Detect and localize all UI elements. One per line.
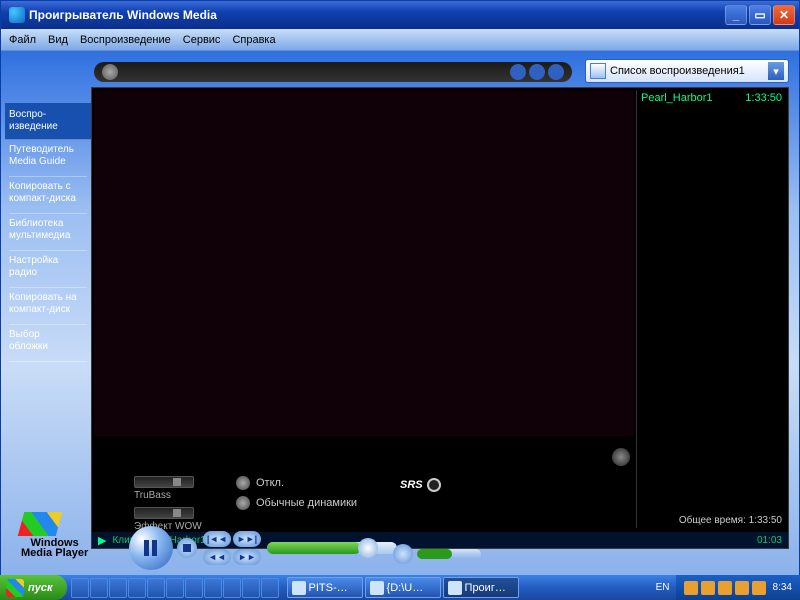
volume-slider[interactable]: [417, 549, 481, 559]
ql-icon[interactable]: [166, 578, 184, 598]
seek-slider[interactable]: [267, 542, 397, 554]
srs-logo: SRS: [400, 478, 441, 492]
playlist-dropdown[interactable]: Список воспроизведения1 ▾: [585, 59, 789, 83]
player-panel: Pearl_Harbor1 1:33:50 Общее время: 1:33:…: [91, 87, 789, 549]
playlist-panel: Pearl_Harbor1 1:33:50 Общее время: 1:33:…: [636, 90, 786, 528]
left-nav: Воспро-изведение ПутеводительMedia Guide…: [9, 103, 87, 362]
clock[interactable]: 8:34: [773, 582, 792, 593]
ql-icon[interactable]: [71, 578, 89, 598]
chevron-down-icon[interactable]: ▾: [768, 62, 784, 80]
playlist-item-duration: 1:33:50: [745, 92, 782, 104]
ql-icon[interactable]: [128, 578, 146, 598]
menu-file[interactable]: Файл: [9, 34, 36, 46]
taskbar: пуск PITS-… {D:\U… Проиг… EN 8:34: [0, 575, 800, 600]
app-icon: [9, 7, 25, 23]
start-button[interactable]: пуск: [0, 575, 67, 600]
menubar: Файл Вид Воспроизведение Сервис Справка: [1, 29, 799, 51]
nav-library[interactable]: Библиотекамультимедиа: [9, 214, 87, 251]
quicklaunch: [71, 578, 279, 598]
mute-button[interactable]: [393, 544, 413, 564]
task-button[interactable]: PITS-…: [287, 577, 363, 598]
fullscreen-button[interactable]: [612, 448, 630, 466]
titlebar[interactable]: Проигрыватель Windows Media _ ▭ ✕: [1, 1, 799, 29]
view-icon-3[interactable]: [548, 64, 564, 80]
top-pill: [94, 62, 572, 82]
stop-button[interactable]: [177, 538, 197, 558]
video-area[interactable]: [94, 90, 634, 436]
transport-controls: |◄◄ ►►| ◄◄ ►►: [129, 526, 403, 570]
lang-indicator[interactable]: EN: [650, 582, 676, 593]
next-button[interactable]: ►►|: [233, 531, 261, 547]
rewind-button[interactable]: ◄◄: [203, 549, 231, 565]
trubass-label: TruBass: [134, 490, 202, 501]
wow-slider[interactable]: [134, 507, 194, 519]
close-button[interactable]: ✕: [773, 5, 795, 25]
nav-skin[interactable]: Выборобложки: [9, 325, 87, 362]
ql-icon[interactable]: [109, 578, 127, 598]
tray-icon[interactable]: [701, 581, 715, 595]
windows-flag-icon: [18, 512, 62, 536]
status-play-icon: ▶: [98, 534, 106, 547]
playlist-item-name: Pearl_Harbor1: [641, 92, 713, 104]
trubass-slider[interactable]: [134, 476, 194, 488]
volume-controls: [393, 544, 481, 564]
start-icon: [6, 579, 24, 597]
ql-icon[interactable]: [261, 578, 279, 598]
menu-service[interactable]: Сервис: [183, 34, 221, 46]
ql-icon[interactable]: [242, 578, 260, 598]
wmp-logo: WindowsMedia Player: [21, 512, 88, 558]
prev-button[interactable]: |◄◄: [203, 531, 231, 547]
effects-off-button[interactable]: Откл.: [236, 476, 357, 490]
tray-icon[interactable]: [718, 581, 732, 595]
speakers-button[interactable]: Обычные динамики: [236, 496, 357, 510]
menu-help[interactable]: Справка: [232, 34, 275, 46]
app-window: Проигрыватель Windows Media _ ▭ ✕ Файл В…: [0, 0, 800, 575]
nav-copy-to-cd[interactable]: Копировать накомпакт-диск: [9, 288, 87, 325]
nav-now-playing[interactable]: Воспро-изведение: [5, 103, 91, 140]
task-button[interactable]: Проиг…: [443, 577, 519, 598]
nav-radio[interactable]: Настройкарадио: [9, 251, 87, 288]
power-icon: [236, 476, 250, 490]
playlist-total: Общее время: 1:33:50: [679, 515, 782, 526]
playlist-dropdown-label: Список воспроизведения1: [610, 65, 768, 77]
play-icon: [236, 496, 250, 510]
body-area: Воспро-изведение ПутеводительMedia Guide…: [1, 51, 799, 576]
ql-icon[interactable]: [223, 578, 241, 598]
tray-icon[interactable]: [752, 581, 766, 595]
menu-playback[interactable]: Воспроизведение: [80, 34, 171, 46]
tray-icon[interactable]: [684, 581, 698, 595]
play-pause-button[interactable]: [129, 526, 173, 570]
ql-icon[interactable]: [90, 578, 108, 598]
task-buttons: PITS-… {D:\U… Проиг…: [287, 577, 650, 598]
hide-menu-icon[interactable]: [102, 64, 118, 80]
menu-view[interactable]: Вид: [48, 34, 68, 46]
ql-icon[interactable]: [185, 578, 203, 598]
ql-icon[interactable]: [147, 578, 165, 598]
system-tray: 8:34: [676, 575, 800, 600]
fastforward-button[interactable]: ►►: [233, 549, 261, 565]
nav-media-guide[interactable]: ПутеводительMedia Guide: [9, 140, 87, 177]
maximize-button[interactable]: ▭: [749, 5, 771, 25]
playlist-item[interactable]: Pearl_Harbor1 1:33:50: [641, 92, 782, 104]
minimize-button[interactable]: _: [725, 5, 747, 25]
ql-icon[interactable]: [204, 578, 222, 598]
topbar: Список воспроизведения1 ▾: [94, 59, 789, 85]
task-button[interactable]: {D:\U…: [365, 577, 441, 598]
tray-icon[interactable]: [735, 581, 749, 595]
window-title: Проигрыватель Windows Media: [29, 8, 725, 22]
status-elapsed: 01:03: [757, 535, 782, 546]
nav-copy-from-cd[interactable]: Копировать скомпакт-диска: [9, 177, 87, 214]
view-icon-1[interactable]: [510, 64, 526, 80]
view-icon-2[interactable]: [529, 64, 545, 80]
playlist-icon: [590, 63, 606, 79]
